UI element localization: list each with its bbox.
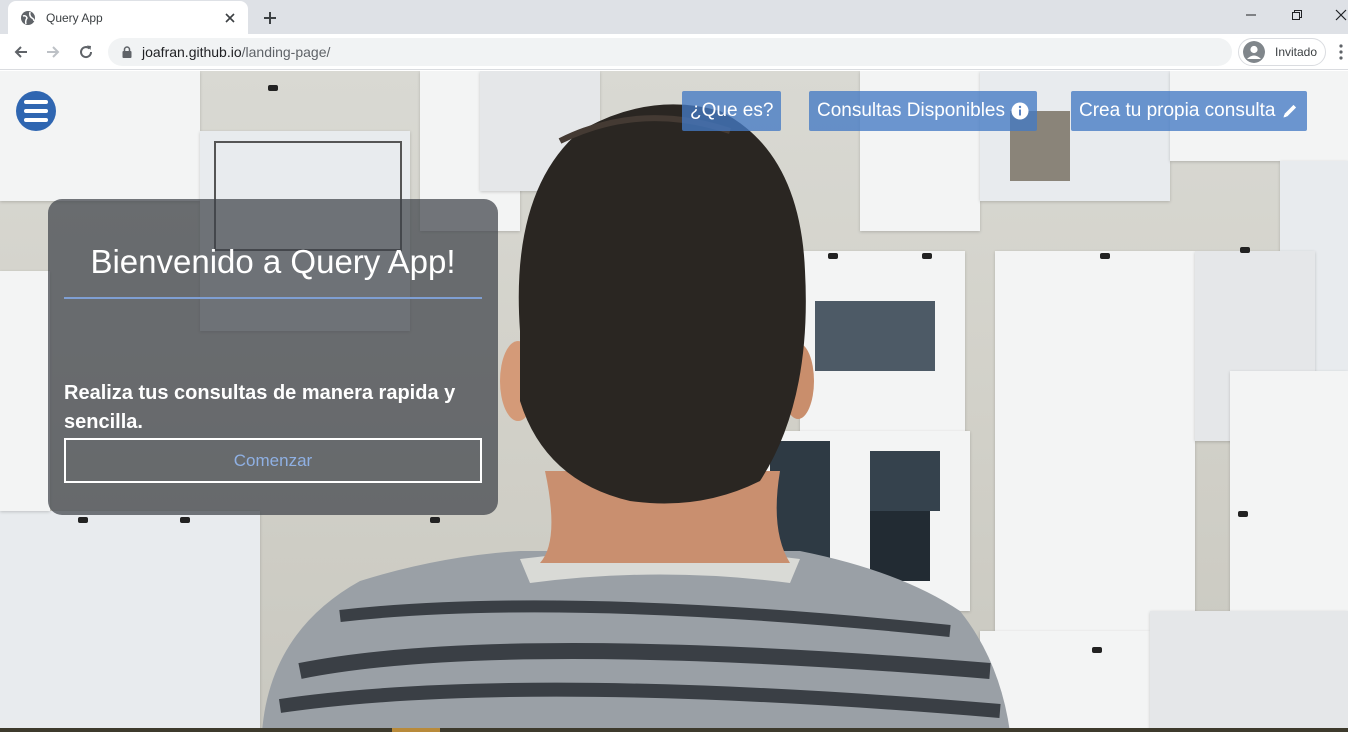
close-tab-icon[interactable]: [222, 10, 238, 26]
nav-label: Consultas Disponibles: [817, 100, 1005, 121]
url-path: /landing-page/: [241, 44, 331, 60]
info-circle-icon: [1010, 102, 1029, 121]
lock-icon: [120, 45, 134, 59]
browser-tab[interactable]: Query App: [8, 1, 248, 34]
browser-toolbar: joafran.github.io/landing-page/ Invitado: [0, 34, 1348, 70]
page-viewport: ¿Que es? Consultas Disponibles Crea tu p…: [0, 71, 1348, 732]
new-tab-button[interactable]: [258, 6, 282, 30]
minimize-button[interactable]: [1238, 4, 1264, 26]
close-window-button[interactable]: [1328, 4, 1348, 26]
menu-bar-icon: [24, 109, 48, 113]
profile-button[interactable]: Invitado: [1238, 38, 1326, 66]
comenzar-button[interactable]: Comenzar: [64, 438, 482, 483]
globe-icon: [20, 10, 36, 26]
hero-description: Realiza tus consultas de manera rapida y…: [64, 382, 456, 433]
hero-card: Bienvenido a Query App! Realiza tus cons…: [48, 199, 498, 515]
nav-que-es-button[interactable]: ¿Que es?: [682, 91, 782, 131]
hamburger-menu-button[interactable]: [16, 91, 56, 131]
forward-button[interactable]: [40, 39, 66, 65]
avatar-icon: [1243, 41, 1265, 63]
nav-consultas-disponibles-button[interactable]: Consultas Disponibles: [809, 91, 1037, 131]
menu-bar-icon: [24, 118, 48, 122]
hero-title: Bienvenido a Query App!: [90, 243, 456, 280]
reload-button[interactable]: [73, 39, 99, 65]
bottom-strip: [0, 728, 1348, 732]
browser-menu-icon[interactable]: [1334, 43, 1348, 61]
nav-label: Crea tu propia consulta: [1079, 100, 1276, 121]
address-bar[interactable]: joafran.github.io/landing-page/: [108, 38, 1232, 66]
profile-label: Invitado: [1275, 45, 1318, 59]
nav-label: ¿Que es?: [690, 100, 774, 121]
back-button[interactable]: [8, 39, 34, 65]
bottom-accent: [392, 728, 440, 732]
tab-title: Query App: [46, 10, 103, 25]
restore-button[interactable]: [1284, 4, 1310, 26]
tab-strip: Query App: [0, 0, 1348, 34]
nav-crea-consulta-button[interactable]: Crea tu propia consulta: [1071, 91, 1308, 131]
pencil-icon: [1280, 102, 1299, 121]
menu-bar-icon: [24, 100, 48, 104]
hero-divider: [64, 297, 482, 299]
url-host: joafran.github.io: [142, 44, 242, 60]
url-text: joafran.github.io/landing-page/: [142, 44, 330, 60]
